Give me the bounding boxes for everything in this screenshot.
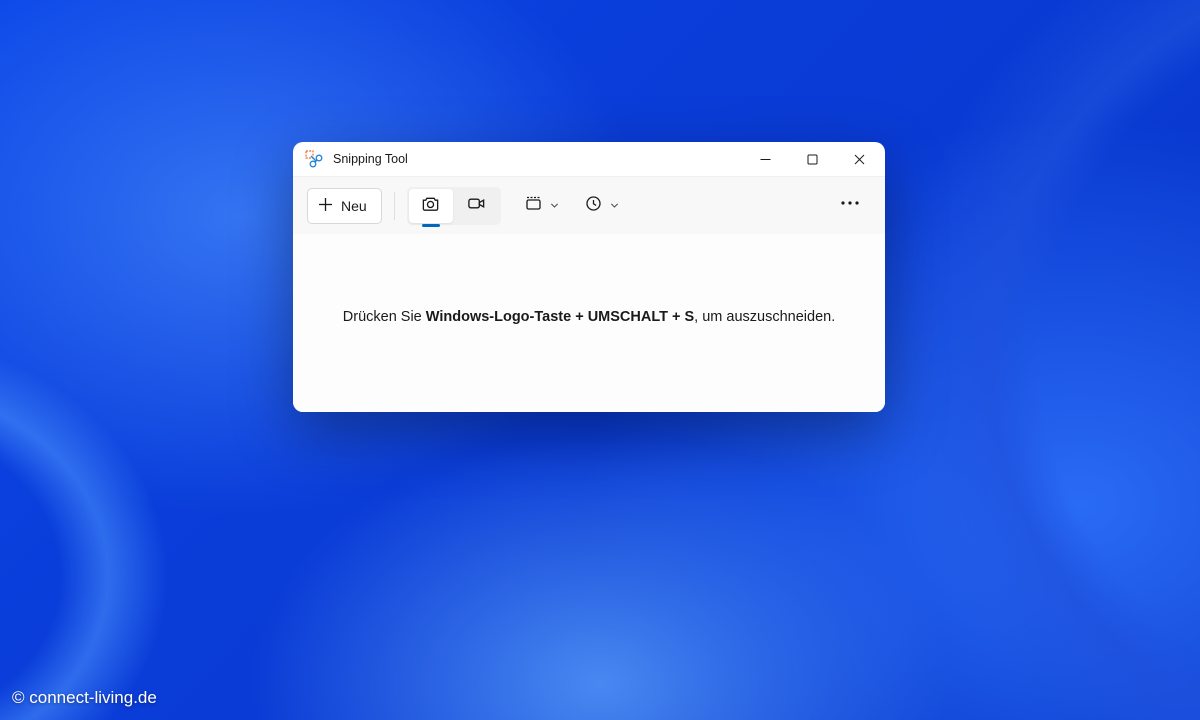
snipping-tool-window: Snipping Tool Neu <box>293 142 885 412</box>
video-icon <box>467 194 486 218</box>
titlebar: Snipping Tool <box>293 142 885 176</box>
window-title: Snipping Tool <box>333 152 742 166</box>
chevron-down-icon <box>610 197 619 215</box>
content-area: Drücken Sie Windows-Logo-Taste + UMSCHAL… <box>293 234 885 412</box>
new-button-label: Neu <box>341 198 367 214</box>
minimize-button[interactable] <box>742 142 789 176</box>
app-icon <box>305 150 323 168</box>
toolbar-divider <box>394 192 395 220</box>
delay-dropdown[interactable] <box>575 188 625 224</box>
clock-icon <box>585 195 602 217</box>
more-icon <box>841 194 859 217</box>
rectangle-snip-icon <box>525 195 542 217</box>
window-controls <box>742 142 883 176</box>
camera-icon <box>421 194 440 218</box>
watermark: © connect-living.de <box>12 688 157 708</box>
maximize-button[interactable] <box>789 142 836 176</box>
instruction-text: Drücken Sie Windows-Logo-Taste + UMSCHAL… <box>343 307 835 329</box>
video-mode-button[interactable] <box>455 189 499 223</box>
capture-mode-group <box>407 187 501 225</box>
instruction-prefix: Drücken Sie <box>343 309 426 325</box>
new-button[interactable]: Neu <box>307 188 382 224</box>
plus-icon <box>318 197 333 215</box>
chevron-down-icon <box>550 197 559 215</box>
toolbar: Neu <box>293 176 885 234</box>
snip-shape-dropdown[interactable] <box>515 188 565 224</box>
close-button[interactable] <box>836 142 883 176</box>
screenshot-mode-button[interactable] <box>409 189 453 223</box>
instruction-shortcut: Windows-Logo-Taste + UMSCHALT + S <box>426 309 694 325</box>
instruction-suffix: , um auszuschneiden. <box>694 309 835 325</box>
more-button[interactable] <box>829 188 871 224</box>
